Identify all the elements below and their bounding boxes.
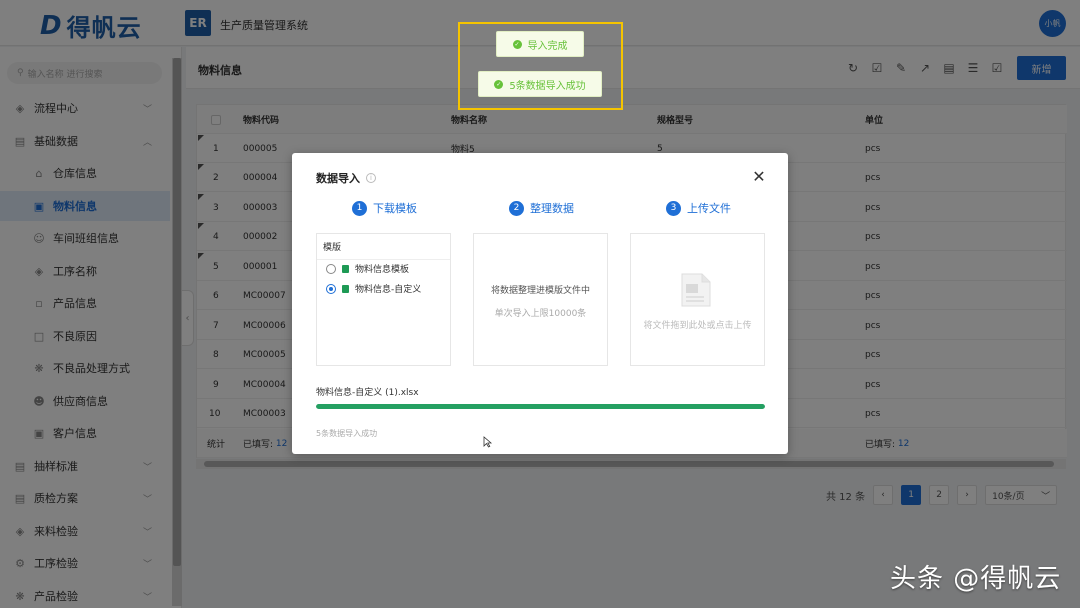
step-number: 3 [666,200,681,216]
step-number: 1 [352,200,367,216]
upload-dropzone[interactable]: 将文件拖到此处或点击上传 [630,233,765,366]
organize-sub-text: 单次导入上限10000条 [494,309,587,319]
check-circle-icon: ✓ [494,79,504,89]
step-label: 整理数据 [530,202,574,215]
step-number: 2 [509,200,524,216]
toast-import-success: ✓ 5条数据导入成功 [478,71,602,97]
file-upload-icon [681,273,711,307]
step-label: 下载模板 [373,202,417,215]
mouse-cursor-icon [483,436,493,448]
excel-icon [342,264,349,273]
watermark: 头条 @得帆云 [890,564,1062,594]
step-upload-file: 3 上传文件 [666,200,731,216]
dialog-title: 数据导入 i [316,170,376,186]
check-circle-icon: ✓ [512,39,522,49]
step-organize-data: 2 整理数据 [509,200,574,216]
template-option-standard[interactable]: 物料信息模板 [326,262,409,275]
excel-icon [342,284,349,293]
import-dialog: 数据导入 i ✕ 1 下载模板 2 整理数据 3 上传文件 模版 物料信息模板 … [292,153,788,454]
organize-text: 将数据整理进模版文件中 [490,286,590,296]
toast-text: 导入完成 [527,40,568,52]
template-option-label: 物料信息模板 [355,265,410,275]
radio-button-checked[interactable] [326,283,336,294]
progress-fill [316,404,765,409]
template-panel: 模版 物料信息模板 物料信息-自定义 [316,233,451,366]
info-icon[interactable]: i [366,173,376,183]
toast-import-complete: ✓ 导入完成 [496,31,584,57]
organize-panel: 将数据整理进模版文件中 单次导入上限10000条 [473,233,608,366]
import-result-text: 5条数据导入成功 [316,429,378,438]
upload-hint: 将文件拖到此处或点击上传 [643,321,752,331]
template-panel-header: 模版 [317,234,450,260]
upload-progress-bar [316,404,765,409]
template-option-label: 物料信息-自定义 [355,285,422,295]
template-option-custom[interactable]: 物料信息-自定义 [326,282,421,295]
step-download-template[interactable]: 1 下载模板 [352,200,417,216]
uploaded-file-name: 物料信息-自定义 (1).xlsx [316,388,419,398]
radio-button[interactable] [326,263,336,274]
close-icon[interactable]: ✕ [751,167,767,186]
toast-text: 5条数据导入成功 [509,80,586,92]
dialog-title-text: 数据导入 [316,172,360,185]
step-label: 上传文件 [687,202,731,215]
